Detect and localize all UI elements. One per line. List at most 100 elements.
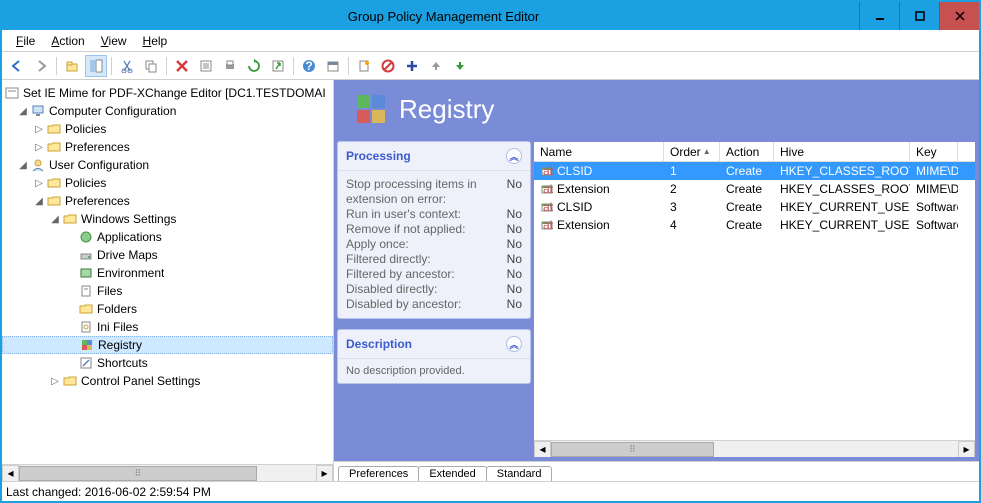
tree-control-panel[interactable]: ▷ Control Panel Settings (2, 372, 333, 390)
tree-user-config[interactable]: ◢ User Configuration (2, 156, 333, 174)
folders-icon (78, 301, 94, 317)
col-key[interactable]: Key (910, 142, 958, 161)
expand-icon[interactable]: ▷ (32, 178, 46, 189)
processing-row: Disabled by ancestor:No (346, 297, 522, 312)
registry-item-icon: ab (540, 164, 554, 178)
tree-uc-preferences[interactable]: ◢ Preferences (2, 192, 333, 210)
collapse-icon[interactable]: ◢ (16, 160, 30, 171)
back-button[interactable] (6, 55, 28, 77)
menu-view[interactable]: View (93, 32, 135, 50)
list-body[interactable]: abCLSID1CreateHKEY_CLASSES_ROOTMIME\Data… (534, 162, 975, 440)
scroll-left-icon[interactable]: ◂ (534, 441, 551, 458)
drive-icon (78, 247, 94, 263)
scroll-right-icon[interactable]: ▸ (958, 441, 975, 458)
maximize-button[interactable] (899, 2, 939, 30)
close-button[interactable] (939, 2, 979, 30)
menu-help[interactable]: Help (135, 32, 176, 50)
folder-icon (46, 193, 62, 209)
collapse-chevron-icon[interactable]: ︽ (506, 336, 522, 352)
tree-pane: Set IE Mime for PDF-XChange Editor [DC1.… (2, 80, 334, 481)
col-name[interactable]: Name (534, 142, 664, 161)
menu-action[interactable]: Action (43, 32, 92, 50)
collapse-icon[interactable]: ◢ (48, 214, 62, 225)
expand-icon[interactable]: ▷ (32, 124, 46, 135)
list-row[interactable]: abCLSID1CreateHKEY_CLASSES_ROOTMIME\Data… (534, 162, 975, 180)
tree-ini-files[interactable]: Ini Files (2, 318, 333, 336)
list-row[interactable]: abExtension2CreateHKEY_CLASSES_ROOTMIME\… (534, 180, 975, 198)
tree-computer-config[interactable]: ◢ Computer Configuration (2, 102, 333, 120)
delete-button[interactable] (171, 55, 193, 77)
col-order[interactable]: Order▲ (664, 142, 720, 161)
add-button[interactable] (401, 55, 423, 77)
tree-shortcuts[interactable]: Shortcuts (2, 354, 333, 372)
tree-hscrollbar[interactable]: ◂ ⠿ ▸ (2, 464, 333, 481)
copy-button[interactable] (140, 55, 162, 77)
tree[interactable]: Set IE Mime for PDF-XChange Editor [DC1.… (2, 80, 333, 464)
tab-standard[interactable]: Standard (486, 466, 553, 481)
refresh-button[interactable] (243, 55, 265, 77)
registry-item-icon: ab (540, 200, 554, 214)
export-button[interactable] (267, 55, 289, 77)
show-hide-tree-button[interactable] (85, 55, 107, 77)
col-action[interactable]: Action (720, 142, 774, 161)
tree-label: Registry (98, 338, 142, 352)
scroll-left-icon[interactable]: ◂ (2, 465, 19, 482)
up-button[interactable] (61, 55, 83, 77)
svg-text:ab: ab (543, 165, 553, 177)
cut-button[interactable] (116, 55, 138, 77)
toolbar: ? (2, 52, 979, 80)
tree-windows-settings[interactable]: ◢ Windows Settings (2, 210, 333, 228)
scroll-right-icon[interactable]: ▸ (316, 465, 333, 482)
tree-drive-maps[interactable]: Drive Maps (2, 246, 333, 264)
tab-extended[interactable]: Extended (418, 466, 486, 481)
options-button[interactable] (322, 55, 344, 77)
tree-cc-policies[interactable]: ▷ Policies (2, 120, 333, 138)
collapse-icon[interactable]: ◢ (32, 196, 46, 207)
menu-file[interactable]: File (8, 32, 43, 50)
tree-label: Computer Configuration (49, 104, 176, 118)
status-text: Last changed: 2016-06-02 2:59:54 PM (6, 485, 211, 499)
tree-root[interactable]: Set IE Mime for PDF-XChange Editor [DC1.… (2, 84, 333, 102)
print-button[interactable] (219, 55, 241, 77)
tab-preferences[interactable]: Preferences (338, 466, 419, 481)
processing-row: Stop processing items in extension on er… (346, 177, 522, 207)
registry-icon (79, 337, 95, 353)
processing-row: Run in user's context:No (346, 207, 522, 222)
col-hive[interactable]: Hive (774, 142, 910, 161)
forward-button[interactable] (30, 55, 52, 77)
expand-icon[interactable]: ▷ (32, 142, 46, 153)
list-row[interactable]: abExtension4CreateHKEY_CURRENT_USERSoftw… (534, 216, 975, 234)
tree-folders[interactable]: Folders (2, 300, 333, 318)
tree-registry[interactable]: Registry (2, 336, 333, 354)
ini-icon (78, 319, 94, 335)
tree-cc-preferences[interactable]: ▷ Preferences (2, 138, 333, 156)
stop-button[interactable] (377, 55, 399, 77)
move-down-button[interactable] (449, 55, 471, 77)
help-button[interactable]: ? (298, 55, 320, 77)
processing-row: Filtered by ancestor:No (346, 267, 522, 282)
tree-environment[interactable]: Environment (2, 264, 333, 282)
processing-row: Filtered directly:No (346, 252, 522, 267)
tree-label: Applications (97, 230, 162, 244)
registry-item-icon: ab (540, 218, 554, 232)
tree-files[interactable]: Files (2, 282, 333, 300)
properties-button[interactable] (195, 55, 217, 77)
move-up-button[interactable] (425, 55, 447, 77)
wizard-button[interactable] (353, 55, 375, 77)
folder-icon (46, 121, 62, 137)
minimize-button[interactable] (859, 2, 899, 30)
svg-text:ab: ab (543, 201, 553, 213)
tree-label: Environment (97, 266, 164, 280)
applications-icon (78, 229, 94, 245)
tree-uc-policies[interactable]: ▷ Policies (2, 174, 333, 192)
processing-title: Processing (346, 149, 411, 163)
list-hscrollbar[interactable]: ◂ ⠿ ▸ (534, 440, 975, 457)
expand-icon[interactable]: ▷ (48, 376, 62, 387)
collapse-chevron-icon[interactable]: ︽ (506, 148, 522, 164)
list-row[interactable]: abCLSID3CreateHKEY_CURRENT_USERSoftware\ (534, 198, 975, 216)
detail-header: Registry (335, 81, 978, 141)
tree-applications[interactable]: Applications (2, 228, 333, 246)
svg-text:ab: ab (543, 183, 553, 195)
list-header: Name Order▲ Action Hive Key (534, 142, 975, 162)
collapse-icon[interactable]: ◢ (16, 106, 30, 117)
